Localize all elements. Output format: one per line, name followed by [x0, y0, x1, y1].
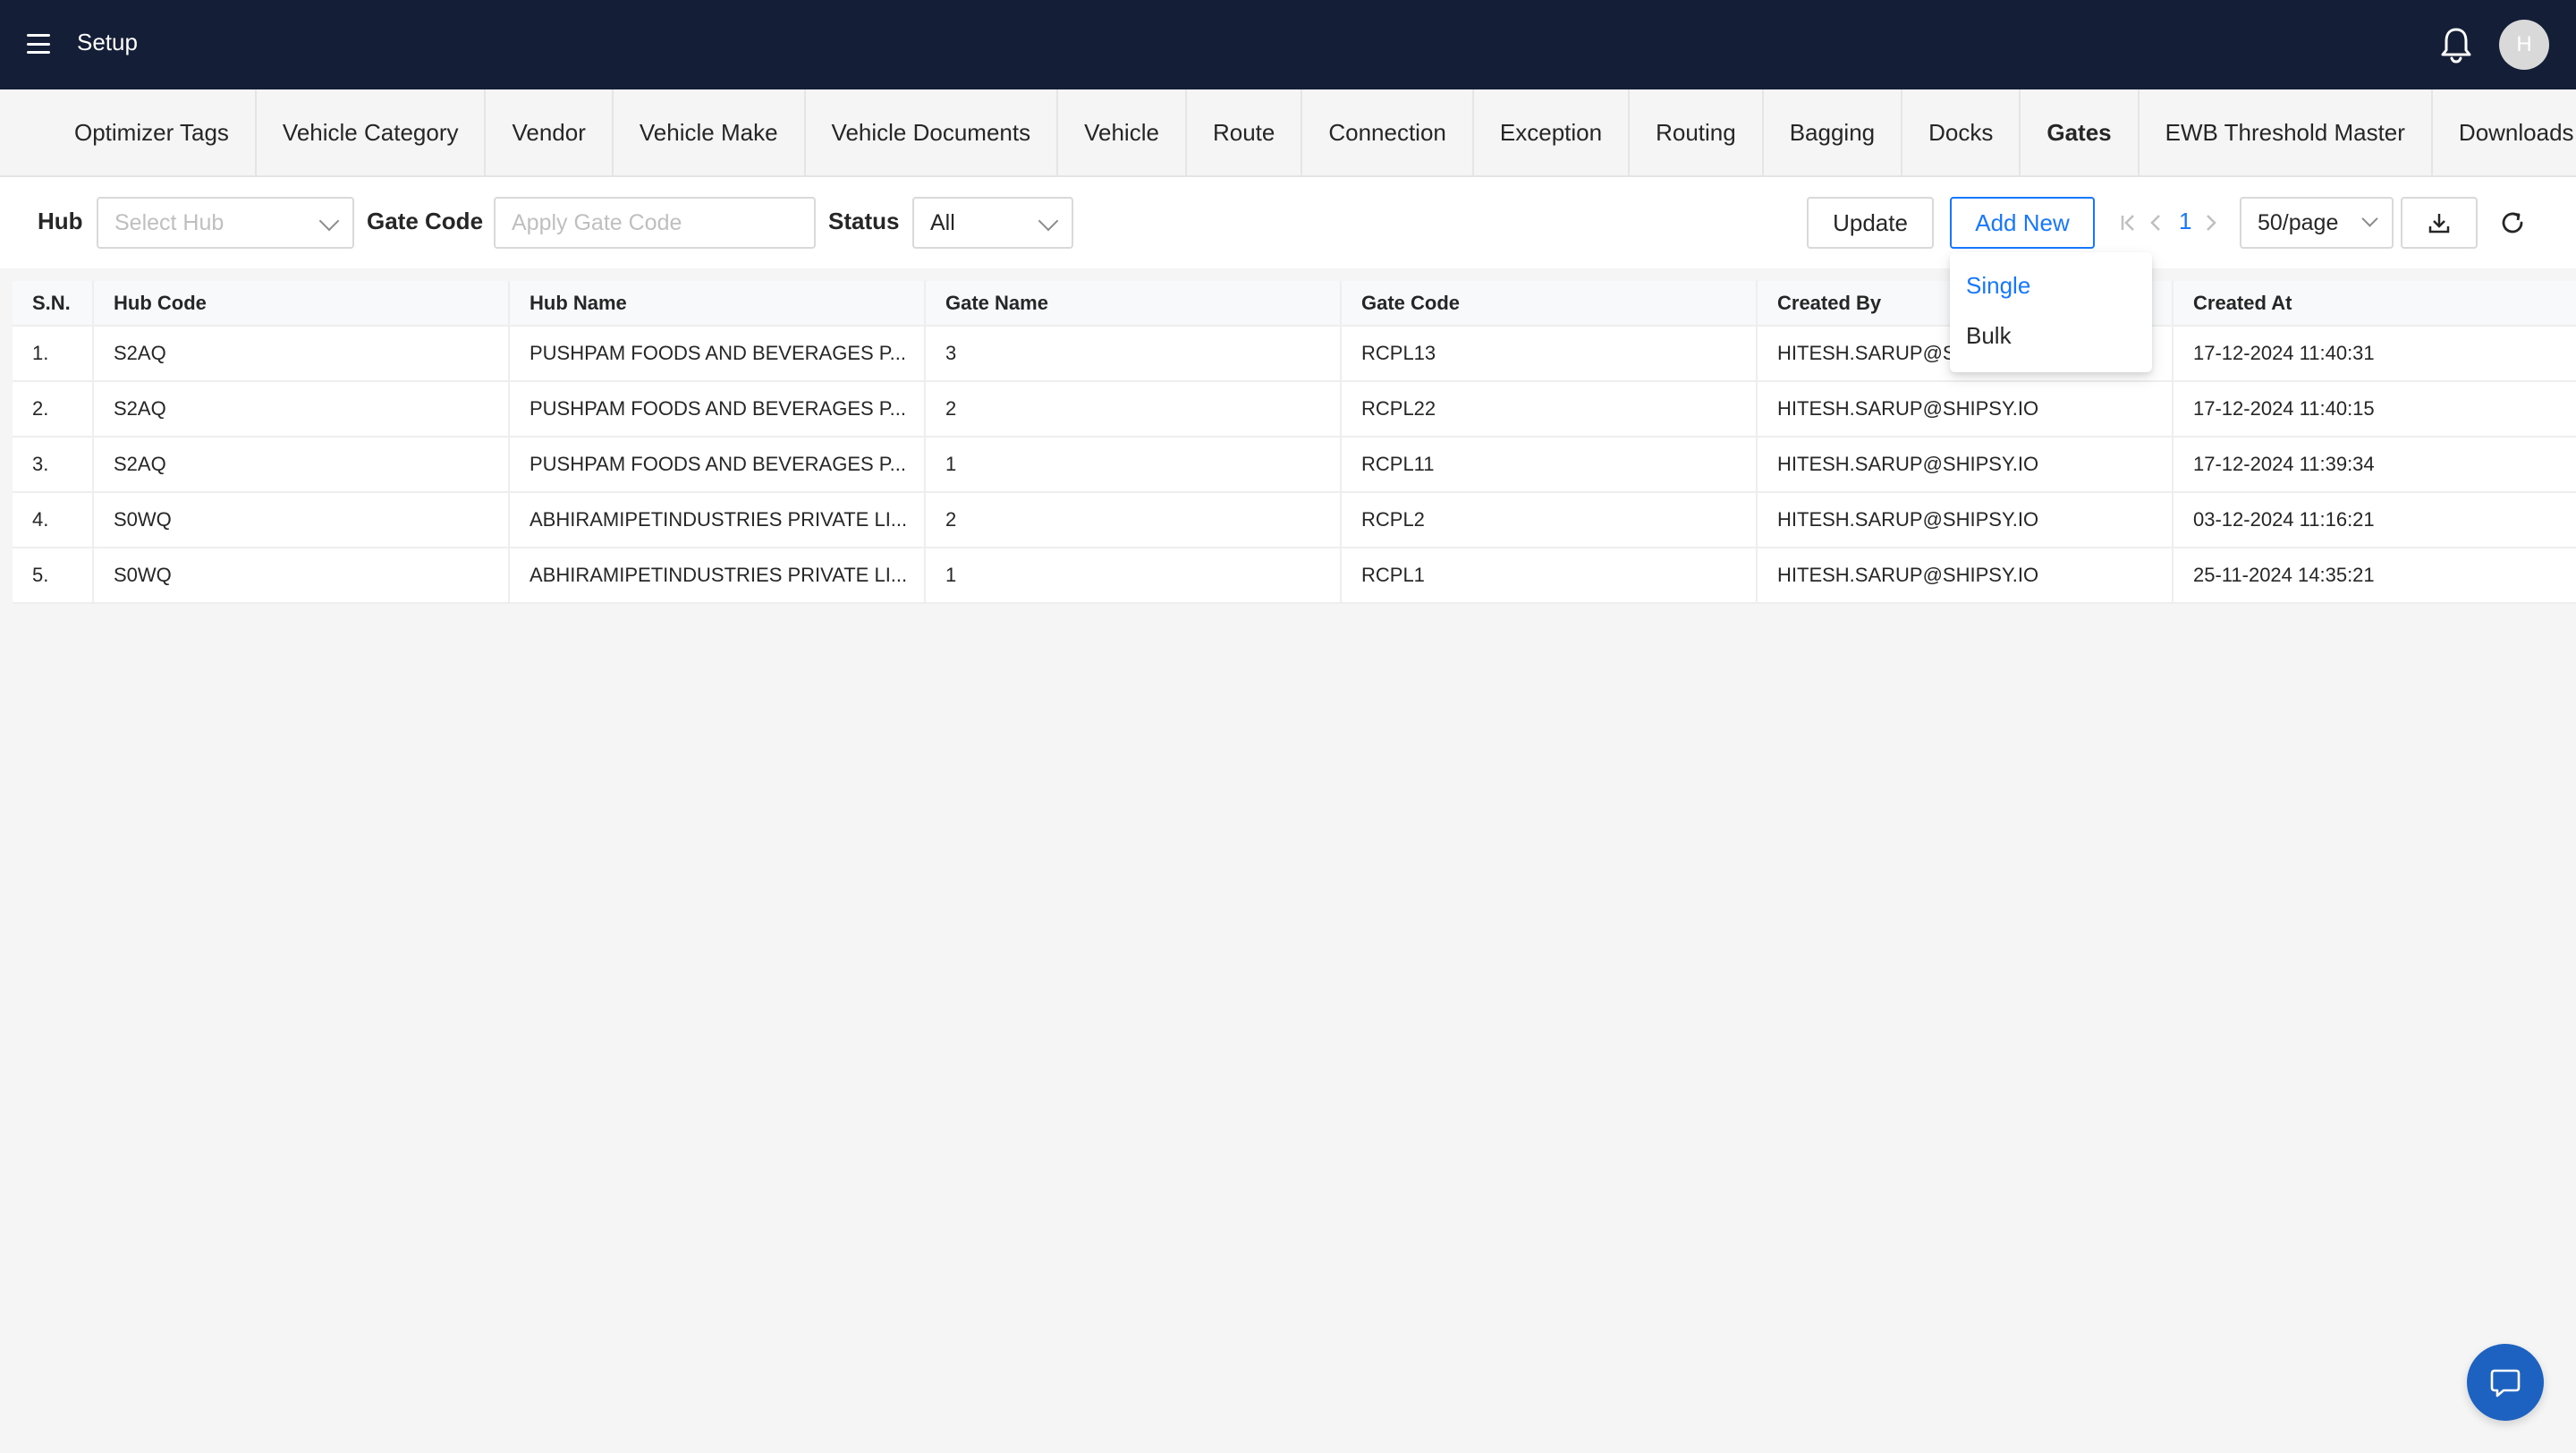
hamburger-icon[interactable]: [27, 34, 50, 54]
table-cell: HITESH.SARUP@SHIPSY.IO: [1757, 381, 2174, 438]
status-label: Status: [828, 208, 900, 234]
table-cell: 25-11-2024 14:35:21: [2173, 548, 2576, 604]
tab-vehicle[interactable]: Vehicle: [1058, 89, 1187, 175]
table-header-row: S.N. Hub Code Hub Name Gate Name Gate Code Cr…: [13, 281, 2576, 327]
table-cell: S2AQ: [93, 326, 510, 382]
table-cell: 1: [925, 548, 1342, 604]
table-row[interactable]: 5. S0WQ ABHIRAMIPETINDUSTRIES PRIVATE LI..…: [13, 548, 2576, 604]
hub-select-placeholder: Select Hub: [114, 209, 225, 235]
column-header: Gate Code: [1341, 281, 1758, 327]
gate-code-placeholder: Apply Gate Code: [512, 209, 682, 235]
add-new-single-option[interactable]: Single: [1966, 272, 2030, 300]
add-new-button[interactable]: Add New: [1950, 197, 2095, 249]
chevron-down-icon: [1038, 210, 1059, 232]
tab-docks[interactable]: Docks: [1902, 89, 2021, 175]
update-button[interactable]: Update: [1807, 197, 1934, 249]
download-button[interactable]: [2401, 197, 2478, 249]
table-cell: 17-12-2024 11:40:31: [2173, 326, 2576, 382]
status-select[interactable]: All: [912, 197, 1073, 249]
table-cell: PUSHPAM FOODS AND BEVERAGES P...: [509, 381, 926, 438]
tab-connection[interactable]: Connection: [1302, 89, 1474, 175]
table-cell: RCPL1: [1341, 548, 1758, 604]
tab-bagging[interactable]: Bagging: [1764, 89, 1903, 175]
table-cell: 2: [925, 381, 1342, 438]
gate-code-input[interactable]: Apply Gate Code: [494, 197, 816, 249]
avatar[interactable]: H: [2499, 20, 2549, 70]
gates-table: S.N. Hub Code Hub Name Gate Name Gate Code Cr…: [13, 281, 2576, 604]
table-cell: RCPL2: [1341, 492, 1758, 548]
table-cell: ABHIRAMIPETINDUSTRIES PRIVATE LI...: [509, 548, 926, 604]
table-cell: 1: [925, 437, 1342, 493]
first-page-icon[interactable]: [2120, 213, 2138, 233]
gate-code-label: Gate Code: [367, 208, 484, 234]
column-header: Hub Name: [509, 281, 926, 327]
table-cell: 1.: [13, 326, 94, 382]
table-cell: S2AQ: [93, 381, 510, 438]
tab-route[interactable]: Route: [1187, 89, 1303, 175]
add-new-bulk-option[interactable]: Bulk: [1966, 322, 2012, 350]
tab-vehicle-make[interactable]: Vehicle Make: [614, 89, 806, 175]
hub-label: Hub: [38, 208, 83, 234]
page-size-value: 50/page: [2258, 209, 2339, 235]
table-cell: S0WQ: [93, 548, 510, 604]
tab-optimizer-tags[interactable]: Optimizer Tags: [48, 89, 257, 175]
table-cell: 3: [925, 326, 1342, 382]
current-page[interactable]: 1: [2179, 208, 2191, 235]
table-cell: HITESH.SARUP@SHIPSY.IO: [1757, 492, 2174, 548]
table-cell: 03-12-2024 11:16:21: [2173, 492, 2576, 548]
tab-downloads[interactable]: Downloads: [2433, 89, 2576, 175]
table-cell: 5.: [13, 548, 94, 604]
tab-vehicle-category[interactable]: Vehicle Category: [257, 89, 487, 175]
table-cell: RCPL11: [1341, 437, 1758, 493]
tab-exception[interactable]: Exception: [1474, 89, 1631, 175]
hub-select[interactable]: Select Hub: [97, 197, 354, 249]
table-cell: S0WQ: [93, 492, 510, 548]
tab-vendor[interactable]: Vendor: [486, 89, 614, 175]
table-cell: 17-12-2024 11:39:34: [2173, 437, 2576, 493]
tab-ewb-threshold-master[interactable]: EWB Threshold Master: [2140, 89, 2433, 175]
table-cell: PUSHPAM FOODS AND BEVERAGES P...: [509, 326, 926, 382]
column-header: Created At: [2173, 281, 2576, 327]
table-cell: HITESH.SARUP@SHIPSY.IO: [1757, 437, 2174, 493]
tab-vehicle-documents[interactable]: Vehicle Documents: [806, 89, 1059, 175]
prev-page-icon[interactable]: [2148, 213, 2163, 233]
table-row[interactable]: 1. S2AQ PUSHPAM FOODS AND BEVERAGES P... 3 R…: [13, 326, 2576, 382]
status-select-value: All: [930, 209, 955, 235]
table-cell: ABHIRAMIPETINDUSTRIES PRIVATE LI...: [509, 492, 926, 548]
table-row[interactable]: 4. S0WQ ABHIRAMIPETINDUSTRIES PRIVATE LI..…: [13, 492, 2576, 548]
chevron-down-icon: [318, 210, 340, 232]
add-new-dropdown: Single Bulk: [1950, 252, 2152, 372]
setup-tabs: Optimizer Tags Vehicle Category Vendor Vehi…: [0, 89, 2576, 177]
table-cell: RCPL13: [1341, 326, 1758, 382]
table-cell: 3.: [13, 437, 94, 493]
table-cell: 2: [925, 492, 1342, 548]
next-page-icon[interactable]: [2204, 213, 2218, 233]
column-header: Hub Code: [93, 281, 510, 327]
table-row[interactable]: 2. S2AQ PUSHPAM FOODS AND BEVERAGES P... 2 R…: [13, 381, 2576, 438]
page-title: Setup: [77, 29, 138, 55]
table-cell: 2.: [13, 381, 94, 438]
bell-icon[interactable]: [2438, 25, 2474, 64]
table-cell: 4.: [13, 492, 94, 548]
table-cell: S2AQ: [93, 437, 510, 493]
download-icon: [2428, 214, 2450, 234]
chat-button[interactable]: [2467, 1344, 2544, 1421]
table-cell: RCPL22: [1341, 381, 1758, 438]
chat-icon: [2490, 1369, 2521, 1398]
refresh-icon[interactable]: [2499, 209, 2526, 236]
page-size-select[interactable]: 50/page: [2240, 197, 2394, 249]
table-row[interactable]: 3. S2AQ PUSHPAM FOODS AND BEVERAGES P... 1 R…: [13, 437, 2576, 493]
chevron-down-icon: [2361, 210, 2378, 227]
tab-gates[interactable]: Gates: [2021, 89, 2140, 175]
top-bar: Setup H: [0, 0, 2576, 89]
tab-routing[interactable]: Routing: [1630, 89, 1764, 175]
table-cell: PUSHPAM FOODS AND BEVERAGES P...: [509, 437, 926, 493]
column-header: Gate Name: [925, 281, 1342, 327]
table-cell: 17-12-2024 11:40:15: [2173, 381, 2576, 438]
column-header: S.N.: [13, 281, 94, 327]
table-cell: HITESH.SARUP@SHIPSY.IO: [1757, 548, 2174, 604]
